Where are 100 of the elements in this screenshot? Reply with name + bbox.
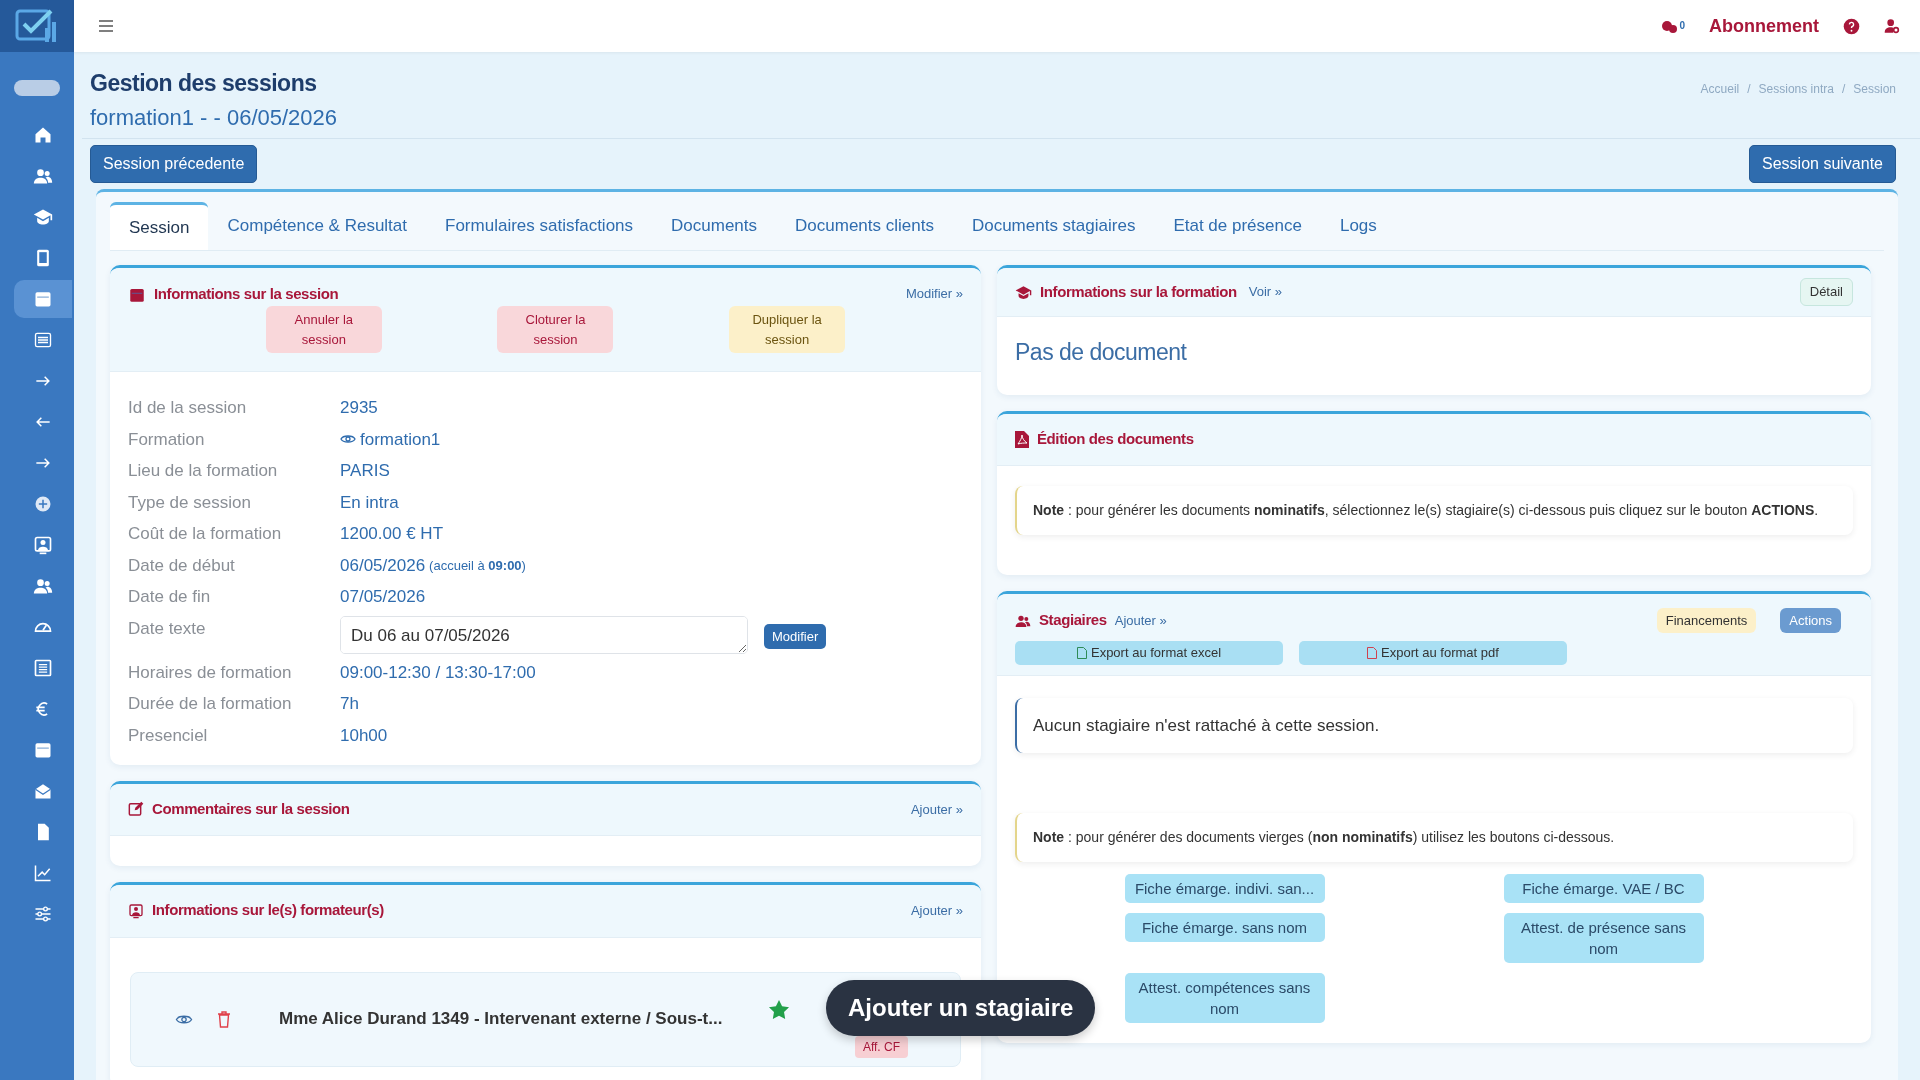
sidebar-item[interactable] [14, 280, 72, 318]
field-label: Presenciel [128, 724, 209, 747]
users-icon [33, 576, 53, 596]
field-note: (accueil à 09:00) [429, 556, 526, 575]
tab[interactable]: Etat de présence [1154, 201, 1321, 250]
next-session-button[interactable]: Session suivante [1749, 144, 1896, 183]
add-link[interactable]: Ajouter » [910, 900, 963, 921]
help-icon[interactable] [1843, 17, 1860, 35]
field-label: Type de session [128, 491, 252, 514]
trash-icon[interactable] [217, 1010, 231, 1028]
graduation-cap-icon [1015, 284, 1032, 301]
eye-icon [340, 433, 356, 446]
newspaper-icon [33, 658, 53, 678]
tab[interactable]: Formulaires satisfactions [426, 201, 653, 250]
field-value: 07/05/2026 [340, 586, 426, 608]
blank-document-button[interactable]: Attest. de présence sans nom [1503, 913, 1704, 963]
field-label: Lieu de la formation [128, 460, 279, 482]
field-label: Id de la session [128, 397, 248, 419]
breadcrumb-separator: / [1747, 81, 1751, 98]
blank-document-button[interactable]: Attest. compétences sans nom [1124, 973, 1325, 1023]
trainer-name: Mme Alice Durand 1349 - Intervenant externe / Sous-t... [279, 1008, 723, 1031]
calendar-icon [33, 740, 53, 760]
field-label: Date de fin [128, 586, 212, 608]
breadcrumb-separator: / [1841, 81, 1846, 98]
field-value: 1200.00 € HT [340, 523, 443, 545]
field-label: Date de début [128, 554, 236, 577]
card-title: Informations sur la session [154, 283, 339, 304]
notification-count: 0 [1679, 19, 1685, 33]
export-button[interactable]: Export au format excel [1015, 641, 1283, 665]
field-value: PARIS [340, 460, 390, 482]
modify-button[interactable]: Modifier [764, 623, 827, 649]
add-link[interactable]: Ajouter » [1114, 610, 1167, 630]
detail-button[interactable]: Détail [1799, 278, 1853, 306]
plus-circle-icon [33, 494, 53, 514]
users-icon [33, 166, 53, 186]
session-action-button[interactable]: Annuler la session [265, 306, 382, 353]
field-value: 2935 [340, 397, 378, 419]
header-button[interactable]: Financements [1656, 607, 1757, 633]
blank-document-button[interactable]: Fiche émarge. indivi. san... [1124, 874, 1325, 903]
date-text-field[interactable]: Du 06 au 07/05/2026 [340, 615, 748, 654]
field-value: En intra [340, 491, 399, 514]
card-title: Informations sur le(s) formateur(s) [152, 900, 384, 921]
field-value: 10h00 [340, 724, 388, 747]
export-button[interactable]: Export au format pdf [1299, 641, 1567, 665]
notification-icon[interactable] [1661, 18, 1680, 34]
session-action-button[interactable]: Cloturer la session [497, 306, 614, 353]
tab[interactable]: Documents [652, 201, 777, 250]
subscription-link[interactable]: Abonnement [1709, 12, 1819, 40]
blank-document-button[interactable]: Fiche émarge. VAE / BC [1503, 874, 1704, 903]
page-title: Gestion des sessions [90, 69, 318, 98]
empty-message: Aucun stagiaire n'est rattaché à cette session. [1015, 697, 1853, 753]
file-icon [1367, 646, 1378, 659]
empty-message: Pas de document [1015, 338, 1187, 365]
field-value: 06/05/2026 [340, 554, 426, 577]
field-label: Horaires de formation [128, 661, 293, 684]
view-link[interactable]: Voir » [1248, 282, 1282, 302]
field-label: Formation [128, 428, 206, 451]
formation-link[interactable]: formation1 [340, 426, 441, 452]
tab[interactable]: Documents clients [776, 201, 953, 250]
star-icon[interactable] [768, 998, 790, 1020]
toast-message: Ajouter un stagiaire [826, 980, 1096, 1036]
user-settings-icon[interactable] [1884, 18, 1900, 34]
file-icon [1076, 646, 1087, 659]
pdf-file-icon [1015, 430, 1029, 448]
previous-session-button[interactable]: Session précedente [90, 144, 258, 183]
page-subtitle: formation1 - - 06/05/2026 [90, 103, 338, 132]
line-chart-icon [33, 863, 53, 883]
logo-icon [15, 8, 59, 44]
user-card-icon [33, 535, 53, 555]
edit-icon [128, 801, 144, 818]
user-card-icon [128, 903, 144, 920]
badge: Aff. CF [854, 1035, 908, 1058]
tab[interactable]: Documents stagiaires [952, 201, 1155, 250]
note-text: Note : pour générer les documents nominatifs, sélectionnez le(s) stagiaire(s) ci-dessous puis cliquez sur le bouton ACTIONS. [1015, 485, 1853, 535]
note-text: Note : pour générer des documents vierges (non nominatifs) utilisez les boutons ci-dessous. [1015, 813, 1853, 862]
sliders-icon [33, 904, 53, 924]
card-title: Informations sur la formation [1040, 281, 1237, 302]
field-label: Coût de la formation [128, 523, 283, 545]
calendar-icon [33, 289, 53, 309]
tab[interactable]: Logs [1320, 201, 1396, 250]
field-label: Date texte [128, 617, 207, 640]
home-icon [33, 125, 53, 145]
session-action-button[interactable]: Dupliquer la session [729, 306, 846, 353]
card-title: Édition des documents [1037, 429, 1194, 449]
card-title: Stagiaires [1039, 610, 1107, 630]
list-icon [33, 330, 53, 350]
field-value: 7h [340, 693, 359, 715]
tab[interactable]: Compétence & Resultat [208, 201, 427, 250]
users-icon [1015, 613, 1031, 629]
sidebar-toggle[interactable] [14, 80, 60, 96]
edit-link[interactable]: Modifier » [905, 284, 963, 304]
header-button[interactable]: Actions [1780, 607, 1841, 633]
tab[interactable]: Session [110, 201, 209, 250]
card-title: Commentaires sur la session [152, 799, 350, 819]
add-link[interactable]: Ajouter » [910, 799, 963, 819]
menu-icon[interactable] [98, 19, 114, 33]
field-label: Durée de la formation [128, 693, 293, 715]
field-value: 09:00-12:30 / 13:30-17:00 [340, 661, 536, 684]
graduation-cap-icon [33, 207, 53, 227]
blank-document-button[interactable]: Fiche émarge. sans nom [1124, 913, 1325, 942]
